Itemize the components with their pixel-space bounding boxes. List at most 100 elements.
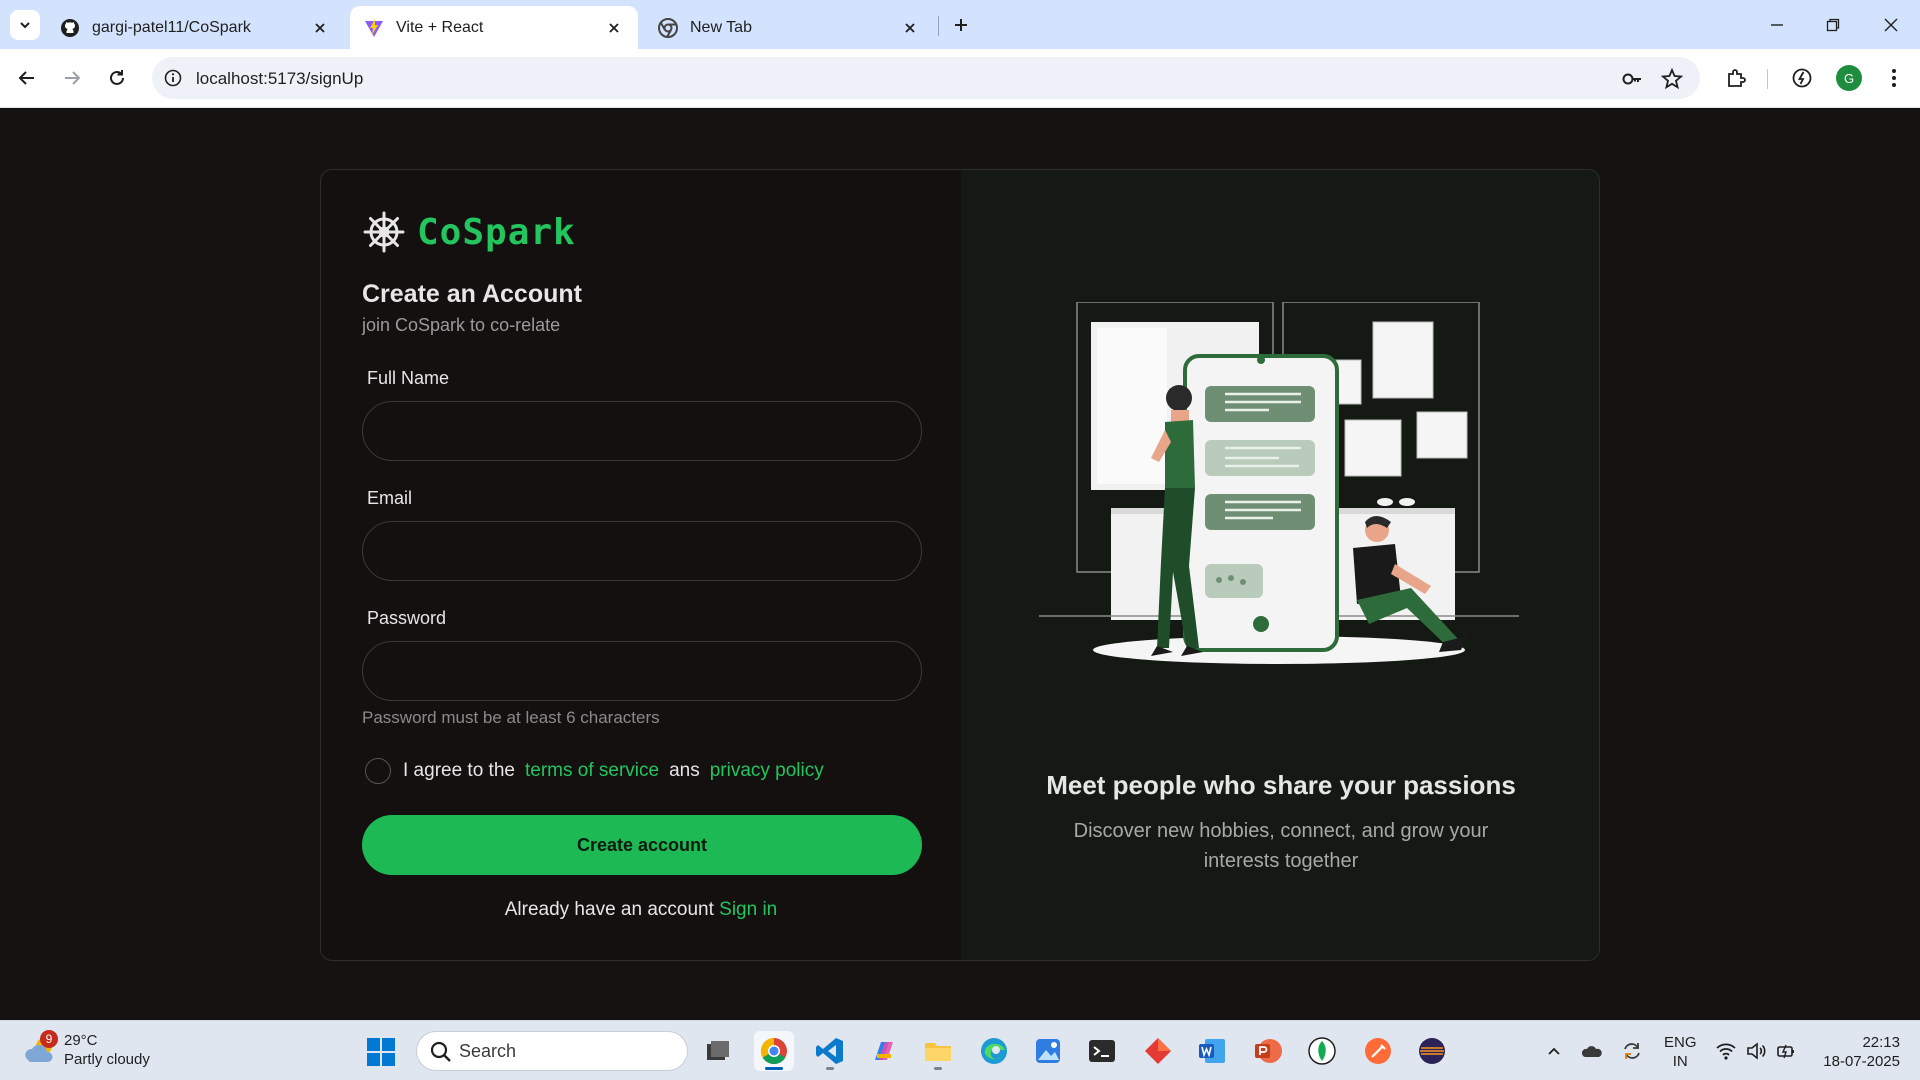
task-view-button[interactable] <box>698 1031 738 1071</box>
folder-icon <box>925 1043 951 1061</box>
password-label: Password <box>367 608 447 628</box>
sync-icon[interactable] <box>1620 1039 1644 1063</box>
full-name-input[interactable] <box>362 401 922 461</box>
taskbar-file-explorer[interactable] <box>918 1031 958 1071</box>
terms-checkbox[interactable] <box>365 758 391 784</box>
terms-agreement: I agree to the terms of service ans priv… <box>365 758 834 784</box>
url-text[interactable]: localhost:5173/signUp <box>196 69 363 89</box>
task-view-icon <box>707 1041 729 1060</box>
bookmark-star-icon[interactable] <box>1660 67 1684 91</box>
taskbar-copilot[interactable] <box>864 1031 904 1071</box>
kebab-menu-icon <box>1892 69 1896 87</box>
taskbar-search-box[interactable]: Search <box>416 1031 688 1071</box>
chevron-up-icon <box>1548 1047 1560 1055</box>
taskbar-eclipse[interactable] <box>1412 1031 1452 1071</box>
brand-name: CoSpark <box>417 211 576 253</box>
tab-search-button[interactable] <box>10 10 40 40</box>
password-input[interactable] <box>362 641 922 701</box>
running-indicator <box>765 1067 783 1070</box>
promo-title: Meet people who share your passions <box>1046 770 1516 800</box>
onedrive-icon[interactable] <box>1580 1039 1604 1063</box>
extensions-button[interactable] <box>1722 64 1750 92</box>
tab-github[interactable]: gargi-patel11/CoSpark <box>46 6 344 49</box>
taskbar-vscode[interactable] <box>810 1031 850 1071</box>
email-input[interactable] <box>362 521 922 581</box>
windows-taskbar: 9 29°C Partly cloudy Search ENG IN 22:13… <box>0 1020 1920 1080</box>
diamond-icon <box>1145 1038 1171 1064</box>
minimize-button[interactable] <box>1762 10 1792 40</box>
system-clock[interactable]: 22:13 18-07-2025 <box>1810 1033 1900 1071</box>
close-window-button[interactable] <box>1876 10 1906 40</box>
taskbar-mongodb[interactable] <box>1302 1031 1342 1071</box>
arrow-right-icon <box>65 71 81 85</box>
leaf-icon <box>1308 1037 1336 1065</box>
ship-wheel-icon <box>363 211 405 253</box>
volume-icon[interactable] <box>1744 1039 1768 1063</box>
reload-icon <box>110 70 124 85</box>
start-button[interactable] <box>366 1037 396 1067</box>
full-name-label: Full Name <box>367 368 450 388</box>
language-secondary: IN <box>1672 1053 1688 1070</box>
browser-menu-button[interactable] <box>1880 64 1908 92</box>
postman-icon <box>1365 1038 1391 1064</box>
browser-tabstrip: gargi-patel11/CoSpark Vite + React New T… <box>0 0 1920 49</box>
arrow-left-icon <box>18 71 34 85</box>
close-icon[interactable] <box>900 18 920 38</box>
close-icon[interactable] <box>310 18 330 38</box>
sign-in-link[interactable]: Sign in <box>719 899 777 920</box>
page-subtitle: join CoSpark to co-relate <box>362 315 561 335</box>
promo-description: Discover new hobbies, connect, and grow … <box>1073 820 1489 872</box>
plus-icon <box>955 19 967 31</box>
tab-new-tab[interactable]: New Tab <box>644 6 934 49</box>
tray-overflow-button[interactable] <box>1542 1039 1566 1063</box>
eclipse-icon <box>1419 1038 1445 1064</box>
taskbar-edge[interactable] <box>974 1031 1014 1071</box>
new-tab-button[interactable] <box>948 12 974 38</box>
privacy-policy-link[interactable]: privacy policy <box>710 760 824 782</box>
email-label: Email <box>367 488 413 508</box>
language-indicator[interactable]: ENG IN <box>1664 1033 1697 1071</box>
wifi-icon[interactable] <box>1714 1039 1738 1063</box>
puzzle-icon <box>1728 69 1746 87</box>
taskbar-postman[interactable] <box>1358 1031 1398 1071</box>
brand-logo: CoSpark <box>363 211 576 253</box>
promo-panel: Meet people who share your passions Disc… <box>961 170 1599 960</box>
taskbar-git-tool[interactable] <box>1138 1031 1178 1071</box>
signin-prompt-text: Already have an account <box>504 899 714 920</box>
password-hint: Password must be at least 6 characters <box>362 708 660 727</box>
word-icon <box>1199 1039 1225 1063</box>
tab-title: Vite + React <box>396 18 484 36</box>
agree-joiner: ans <box>669 760 700 781</box>
signup-card: CoSpark Create an Account join CoSpark t… <box>320 169 1600 961</box>
password-key-icon[interactable] <box>1620 67 1644 91</box>
taskbar-powerpoint[interactable] <box>1248 1031 1288 1071</box>
github-icon <box>60 18 80 38</box>
address-bar[interactable]: localhost:5173/signUp <box>152 57 1700 99</box>
running-indicator <box>826 1067 834 1070</box>
taskbar-word[interactable] <box>1192 1031 1232 1071</box>
tab-separator <box>938 16 939 36</box>
create-account-button[interactable]: Create account <box>362 815 922 875</box>
copilot-icon <box>875 1042 893 1060</box>
search-placeholder: Search <box>459 1040 517 1061</box>
site-info-icon[interactable] <box>162 67 184 89</box>
back-button[interactable] <box>12 63 42 93</box>
forward-button[interactable] <box>57 63 87 93</box>
taskbar-chrome[interactable] <box>754 1031 794 1071</box>
profile-avatar[interactable]: G <box>1836 65 1862 91</box>
toolbar-separator <box>1767 69 1768 89</box>
restore-button[interactable] <box>1818 10 1848 40</box>
clock-date: 18-07-2025 <box>1823 1053 1900 1070</box>
performance-button[interactable] <box>1788 64 1816 92</box>
weather-widget[interactable]: 9 29°C Partly cloudy <box>22 1030 150 1069</box>
battery-charging-icon[interactable] <box>1774 1039 1798 1063</box>
taskbar-terminal[interactable] <box>1082 1031 1122 1071</box>
close-icon[interactable] <box>604 18 624 38</box>
weather-description: Partly cloudy <box>64 1051 150 1068</box>
reload-button[interactable] <box>102 63 132 93</box>
page-title: Create an Account <box>362 280 582 308</box>
tab-vite-react[interactable]: Vite + React <box>350 6 638 49</box>
terms-of-service-link[interactable]: terms of service <box>525 760 659 782</box>
taskbar-photos[interactable] <box>1028 1031 1068 1071</box>
vite-icon <box>364 18 384 38</box>
